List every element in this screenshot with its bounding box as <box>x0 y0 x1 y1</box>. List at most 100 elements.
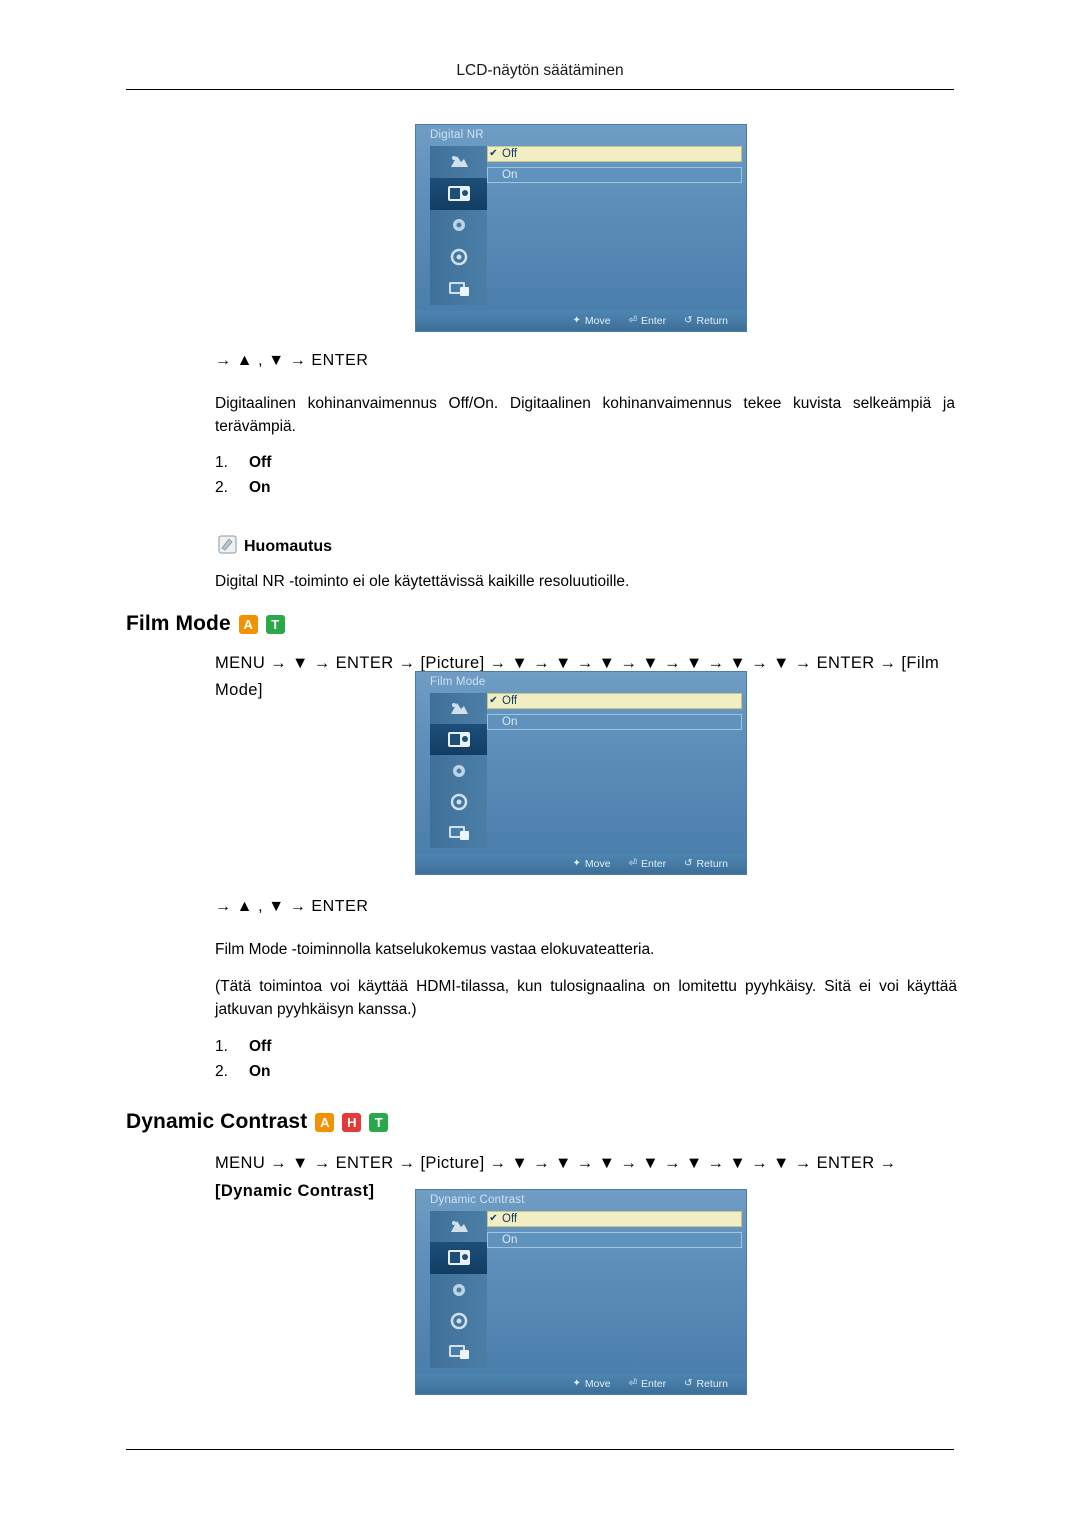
osd-footer-return: ↺ Return <box>684 858 728 870</box>
osd-option-label: Off <box>502 695 518 707</box>
tag-h: H <box>342 1112 362 1132</box>
osd-option-highlight <box>487 146 742 162</box>
heading-film-mode: Film Mode A T <box>126 612 285 636</box>
osd-footer-move-label: Move <box>584 1378 611 1390</box>
osd-option-off[interactable]: ✔ Off <box>487 693 742 709</box>
osd-option-list: ✔ Off On <box>487 1211 742 1368</box>
osd-option-on[interactable]: On <box>487 167 742 183</box>
film-mode-paragraph-2: (Tätä toimintoa voi käyttää HDMI-tilassa… <box>215 978 957 1018</box>
osd-icon-multi-control[interactable] <box>430 1337 487 1368</box>
heading-dynamic-contrast-label: Dynamic Contrast <box>126 1110 308 1133</box>
note-heading: Huomautus <box>218 535 332 559</box>
osd-footer-return-label: Return <box>696 858 728 870</box>
osd-icon-picture[interactable] <box>430 1242 487 1274</box>
osd-option-off[interactable]: ✔ Off <box>487 146 742 162</box>
list-item-number: 2. <box>215 1063 228 1080</box>
osd-footer-enter: ⏎ Enter <box>629 1378 667 1390</box>
heading-dynamic-contrast: Dynamic Contrast A H T <box>126 1110 389 1134</box>
osd-icon-column <box>430 1211 487 1368</box>
list-item-value: Off <box>249 1038 272 1055</box>
osd-icon-input[interactable] <box>430 146 487 178</box>
osd-icon-input[interactable] <box>430 693 487 724</box>
osd-icon-sound[interactable] <box>430 755 487 786</box>
osd-footer-return: ↺ Return <box>684 1378 728 1390</box>
osd-icon-picture[interactable] <box>430 177 487 210</box>
osd-icon-multi-control[interactable] <box>430 273 487 305</box>
osd-option-label: Off <box>502 1213 518 1225</box>
heading-film-mode-label: Film Mode <box>126 612 231 635</box>
osd-icon-setup[interactable] <box>430 786 487 817</box>
list-item: 1. Off <box>215 1034 271 1059</box>
film-mode-list: 1. Off 2. On <box>215 1034 271 1084</box>
osd-icon-sound[interactable] <box>430 1274 487 1305</box>
osd-icon-multi-control[interactable] <box>430 817 487 848</box>
osd-icon-sound[interactable] <box>430 210 487 242</box>
check-icon: ✔ <box>489 695 498 706</box>
osd-option-on[interactable]: On <box>487 714 742 730</box>
osd-footer-move-label: Move <box>584 315 611 327</box>
osd-option-bar <box>487 714 742 730</box>
osd-option-list: ✔ Off On <box>487 146 742 305</box>
list-item-value: Off <box>249 454 272 471</box>
osd-screenshot-digital-nr: Digital NR ✔ Off On ✦ Move ⏎ Enter ↺ Ret… <box>416 125 746 331</box>
osd-footer-enter-label: Enter <box>640 1378 667 1390</box>
tag-t: T <box>369 1112 389 1132</box>
osd-footer-return: ↺ Return <box>684 315 728 327</box>
osd-icon-setup[interactable] <box>430 1305 487 1336</box>
check-icon: ✔ <box>489 1213 498 1224</box>
osd-option-on[interactable]: On <box>487 1232 742 1248</box>
check-icon: ✔ <box>489 148 498 159</box>
osd-option-off[interactable]: ✔ Off <box>487 1211 742 1227</box>
osd-screenshot-dynamic-contrast: Dynamic Contrast ✔ Off On ✦ Move ⏎ Enter… <box>416 1190 746 1394</box>
osd-icon-setup[interactable] <box>430 241 487 273</box>
osd-footer-return-label: Return <box>696 1378 728 1390</box>
tag-a: A <box>315 1112 335 1132</box>
digital-nr-paragraph: Digitaalinen kohinanvaimennus Off/On. Di… <box>215 395 955 435</box>
page-header: LCD-näytön säätäminen <box>456 62 624 79</box>
osd-option-highlight <box>487 1211 742 1227</box>
list-item-number: 1. <box>215 1038 228 1055</box>
header-rule <box>126 89 954 90</box>
footer-rule <box>126 1449 954 1450</box>
osd-option-list: ✔ Off On <box>487 693 742 848</box>
osd-footer: ✦ Move ⏎ Enter ↺ Return <box>416 311 746 331</box>
osd-icon-column <box>430 693 487 848</box>
return-icon: ↺ <box>684 315 693 326</box>
osd-option-highlight <box>487 693 742 709</box>
list-item: 2. On <box>215 475 271 500</box>
film-mode-path: → ▲ , ▼ → ENTER <box>215 898 369 915</box>
list-item-value: On <box>249 479 271 496</box>
osd-footer-enter: ⏎ Enter <box>629 315 667 327</box>
move-icon: ✦ <box>572 858 581 869</box>
osd-title: Digital NR <box>430 129 484 141</box>
list-item-number: 2. <box>215 479 228 496</box>
osd-option-label: On <box>502 716 518 728</box>
osd-footer-return-label: Return <box>696 315 728 327</box>
osd-footer-move: ✦ Move <box>573 315 611 327</box>
list-item-value: On <box>249 1063 271 1080</box>
osd-icon-picture[interactable] <box>430 724 487 755</box>
return-icon: ↺ <box>684 858 693 869</box>
osd-option-label: On <box>502 169 518 181</box>
return-icon: ↺ <box>684 1378 693 1389</box>
osd-option-label: Off <box>502 148 518 160</box>
osd-footer-move: ✦ Move <box>573 858 611 870</box>
osd-footer-move: ✦ Move <box>573 1378 611 1390</box>
enter-icon: ⏎ <box>628 315 637 326</box>
osd-title: Film Mode <box>430 676 486 688</box>
osd-footer-enter: ⏎ Enter <box>629 858 667 870</box>
osd-screenshot-film-mode: Film Mode ✔ Off On ✦ Move ⏎ Enter ↺ Retu… <box>416 672 746 874</box>
note-heading-label: Huomautus <box>244 538 332 555</box>
osd-option-bar <box>487 167 742 183</box>
enter-icon: ⏎ <box>628 1378 637 1389</box>
osd-footer: ✦ Move ⏎ Enter ↺ Return <box>416 854 746 874</box>
osd-icon-input[interactable] <box>430 1211 487 1242</box>
film-mode-paragraph-1: Film Mode -toiminnolla katselukokemus va… <box>215 941 655 958</box>
osd-icon-column <box>430 146 487 305</box>
list-item-number: 1. <box>215 454 228 471</box>
digital-nr-note-text: Digital NR -toiminto ei ole käytettäviss… <box>215 573 630 590</box>
osd-footer: ✦ Move ⏎ Enter ↺ Return <box>416 1374 746 1394</box>
note-icon <box>218 535 237 559</box>
list-item: 1. Off <box>215 450 271 475</box>
enter-icon: ⏎ <box>628 858 637 869</box>
